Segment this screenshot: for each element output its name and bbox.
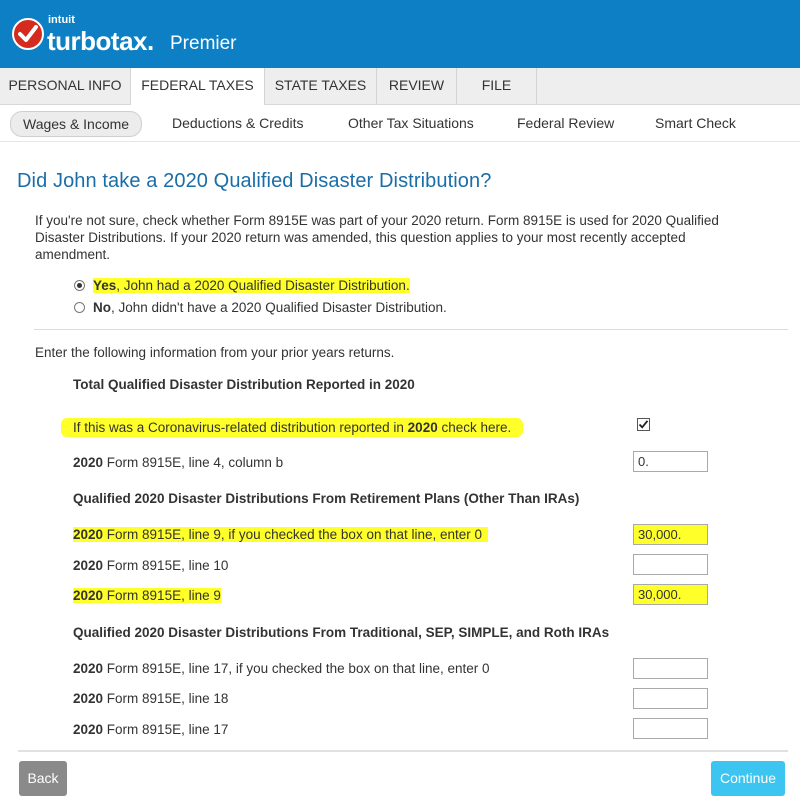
subnav-deductions-credits[interactable]: Deductions & Credits — [172, 115, 304, 131]
sub-navigation: Wages & Income Deductions & Credits Othe… — [0, 105, 800, 142]
intro-text: If you're not sure, check whether Form 8… — [35, 213, 719, 262]
footer-divider — [18, 750, 788, 752]
page-title: Did John take a 2020 Qualified Disaster … — [17, 170, 492, 192]
instruction-text: Enter the following information from you… — [35, 345, 395, 360]
section-heading-iras: Qualified 2020 Disaster Distributions Fr… — [73, 625, 610, 640]
radio-no-label: No, John didn't have a 2020 Qualified Di… — [93, 300, 447, 315]
subnav-wages-income[interactable]: Wages & Income — [10, 111, 143, 137]
row-label-line9-checked: 2020 Form 8915E, line 9, if you checked … — [73, 527, 489, 542]
row-label-line17-checked: 2020 Form 8915E, line 17, if you checked… — [73, 661, 490, 676]
coronavirus-checkbox[interactable] — [637, 418, 650, 431]
radio-option-yes[interactable]: Yes, John had a 2020 Qualified Disaster … — [74, 277, 410, 295]
edition-label: Premier — [170, 33, 237, 54]
turbotax-checkmark-logo-icon — [12, 18, 44, 50]
section-heading-retirement-plans: Qualified 2020 Disaster Distributions Fr… — [73, 491, 580, 506]
radio-yes-label: Yes, John had a 2020 Qualified Disaster … — [93, 278, 410, 293]
input-line18[interactable] — [633, 688, 708, 709]
radio-option-no[interactable]: No, John didn't have a 2020 Qualified Di… — [74, 299, 447, 317]
row-label-line18: 2020 Form 8915E, line 18 — [73, 691, 229, 706]
back-button[interactable]: Back — [19, 761, 67, 796]
turbotax-wordmark: turbotax. — [47, 26, 154, 56]
subnav-other-tax-situations[interactable]: Other Tax Situations — [348, 115, 474, 131]
input-line4-column-b[interactable]: 0. — [633, 451, 708, 472]
row-label-line4: 2020 Form 8915E, line 4, column b — [73, 455, 284, 470]
divider — [34, 329, 788, 330]
input-line17[interactable] — [633, 718, 708, 739]
row-label-line9: 2020 Form 8915E, line 9 — [73, 588, 221, 603]
row-label-line17: 2020 Form 8915E, line 17 — [73, 722, 229, 737]
subnav-federal-review[interactable]: Federal Review — [517, 115, 614, 131]
input-line9-checked[interactable]: 30,000. — [633, 524, 708, 545]
input-line17-checked[interactable] — [633, 658, 708, 679]
row-label-line10: 2020 Form 8915E, line 10 — [73, 558, 229, 573]
tab-review[interactable]: REVIEW — [377, 68, 457, 104]
tab-state-taxes[interactable]: STATE TAXES — [265, 68, 377, 104]
app-header: intuit turbotax. Premier — [0, 0, 800, 68]
section-heading-total: Total Qualified Disaster Distribution Re… — [73, 377, 415, 392]
checkmark-icon — [638, 420, 649, 429]
intuit-wordmark: intuit — [48, 14, 75, 26]
input-line9[interactable]: 30,000. — [633, 584, 708, 605]
tab-federal-taxes[interactable]: FEDERAL TAXES — [131, 68, 265, 105]
tab-personal-info[interactable]: PERSONAL INFO — [0, 68, 131, 104]
input-line10[interactable] — [633, 554, 708, 575]
coronavirus-checkbox-label: If this was a Coronavirus-related distri… — [61, 418, 524, 437]
continue-button[interactable]: Continue — [711, 761, 785, 796]
subnav-smart-check[interactable]: Smart Check — [655, 115, 736, 131]
tab-file[interactable]: FILE — [457, 68, 537, 104]
main-tabs: PERSONAL INFO FEDERAL TAXES STATE TAXES … — [0, 68, 800, 105]
radio-yes-button[interactable] — [74, 280, 85, 291]
radio-no-button[interactable] — [74, 302, 85, 313]
